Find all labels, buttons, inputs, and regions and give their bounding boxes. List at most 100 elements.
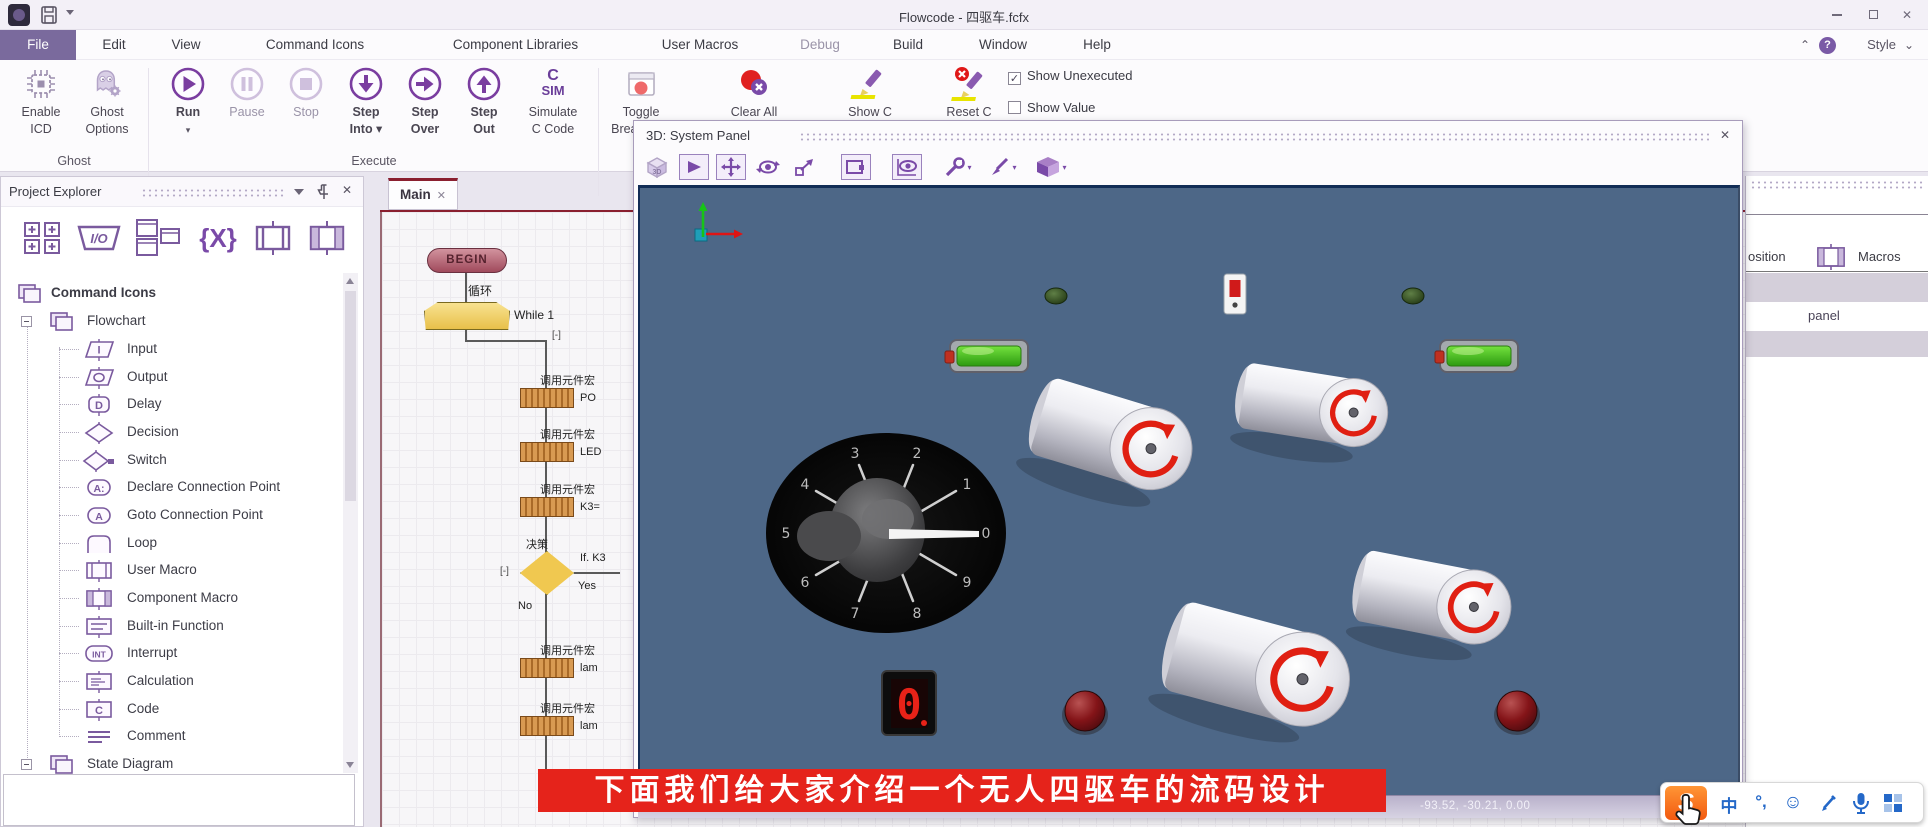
emoji-icon[interactable]: ☺ — [1781, 792, 1805, 814]
dc-motor[interactable] — [1227, 360, 1392, 473]
checkbox-checked-icon[interactable]: ✓ — [1008, 72, 1021, 85]
run-button[interactable]: Run▾ — [155, 64, 221, 139]
menu-window[interactable]: Window — [968, 30, 1038, 60]
menu-user-macros[interactable]: User Macros — [645, 30, 755, 60]
ribbon-collapse-icon[interactable]: ⌃ — [1800, 30, 1810, 60]
ghost-options-button[interactable]: GhostOptions — [74, 64, 140, 138]
enable-icd-button[interactable]: EnableICD — [8, 64, 74, 138]
flowchart-decision[interactable] — [520, 551, 574, 595]
explorer-scrollbar[interactable] — [343, 273, 358, 773]
svg-text:5: 5 — [782, 526, 791, 542]
menu-help[interactable]: Help — [1072, 30, 1122, 60]
flowchart-component-macro[interactable] — [520, 658, 574, 678]
red-knob[interactable] — [1494, 691, 1540, 735]
flowchart-component-macro[interactable] — [520, 388, 574, 408]
menu-component-libraries[interactable]: Component Libraries — [428, 30, 603, 60]
collapse-badge[interactable]: [-] — [552, 330, 561, 341]
led-bar[interactable] — [945, 340, 1028, 372]
component-macro-toolbar-icon[interactable] — [303, 219, 351, 257]
help-badge-icon[interactable]: ? — [1819, 37, 1836, 54]
show-value-checkbox[interactable]: Show Value — [1008, 100, 1095, 115]
dc-motor[interactable] — [1012, 373, 1202, 524]
red-knob[interactable] — [1062, 691, 1108, 735]
step-into-button[interactable]: StepInto ▾ — [333, 64, 399, 138]
menu-style[interactable]: Style — [1867, 30, 1896, 60]
3d-panel-titlebar[interactable]: 3D: System Panel ✕ — [634, 121, 1742, 151]
rotate-view-button[interactable] — [753, 154, 783, 180]
loop-name-label: 循环 — [468, 282, 492, 299]
seven-segment-display[interactable]: 0 — [882, 671, 936, 735]
scrollbar-thumb[interactable] — [345, 291, 356, 501]
pause-button[interactable]: Pause — [214, 64, 280, 121]
paint-brush-button[interactable]: ▾ — [984, 154, 1022, 180]
led-bar[interactable] — [1435, 340, 1518, 372]
component-connection-icon[interactable] — [249, 219, 297, 257]
chinese-mode-icon[interactable]: 中 — [1717, 792, 1741, 817]
step-out-button[interactable]: StepOut — [451, 64, 517, 138]
flowcode-window: Flowcode - 四驱车.fcfx ✕ File Edit View Com… — [0, 0, 1928, 827]
microphone-icon[interactable] — [1851, 792, 1871, 814]
scroll-down-icon[interactable] — [346, 762, 354, 768]
button-grid-icon[interactable] — [21, 219, 65, 255]
macro-windows-icon[interactable] — [133, 217, 185, 259]
macro-target-label: K3= — [580, 501, 600, 513]
visibility-eye-button[interactable] — [892, 154, 922, 180]
dc-motor[interactable] — [1145, 596, 1360, 760]
collapse-expander-icon[interactable] — [21, 316, 32, 327]
column-macros: Macros — [1858, 249, 1901, 264]
frame-snapshot-button[interactable] — [841, 154, 871, 180]
menu-command-icons[interactable]: Command Icons — [250, 30, 380, 60]
flowchart-component-macro[interactable] — [520, 716, 574, 736]
resize-panel-button[interactable] — [790, 154, 820, 180]
flowchart-component-macro[interactable] — [520, 442, 574, 462]
close-button[interactable]: ✕ — [1894, 6, 1920, 24]
maximize-button[interactable] — [1860, 6, 1886, 24]
show-unexecuted-checkbox[interactable]: ✓Show Unexecuted — [1008, 68, 1133, 85]
variables-icon[interactable]: {X} — [193, 221, 243, 255]
3d-viewport[interactable]: 0 1 2 3 4 5 6 7 8 9 — [638, 185, 1740, 795]
green-blob[interactable] — [1402, 288, 1424, 304]
dc-motor[interactable] — [1343, 547, 1518, 673]
punctuation-icon[interactable]: °, — [1749, 792, 1773, 812]
run-caret-icon[interactable]: ▾ — [186, 125, 191, 135]
panel-menu-caret-icon[interactable] — [294, 189, 304, 195]
green-blob[interactable] — [1045, 288, 1067, 304]
solid-cube-button[interactable]: ▾ — [1029, 154, 1073, 180]
collapse-expander-icon[interactable] — [21, 759, 32, 770]
io-icon[interactable]: I/O — [73, 223, 125, 253]
project-explorer-header[interactable]: Project Explorer ✕ — [1, 177, 363, 207]
menu-debug[interactable]: Debug — [790, 30, 850, 60]
step-over-button[interactable]: StepOver — [392, 64, 458, 138]
tab-main[interactable]: Main✕ — [388, 178, 458, 210]
table-row[interactable] — [1746, 331, 1928, 357]
pin-icon[interactable] — [316, 183, 332, 201]
panel-drag-texture[interactable] — [1750, 180, 1924, 191]
simulate-c-code-button[interactable]: C SIM SimulateC Code — [516, 64, 590, 138]
minimize-button[interactable] — [1824, 6, 1850, 24]
flowchart-component-macro[interactable] — [520, 497, 574, 517]
tools-wrench-button[interactable]: ▾ — [939, 154, 977, 180]
toolbox-grid-icon[interactable] — [1883, 793, 1903, 813]
handwriting-pencil-icon[interactable] — [1819, 793, 1839, 813]
menu-edit[interactable]: Edit — [92, 30, 136, 60]
menu-view[interactable]: View — [160, 30, 212, 60]
menu-file[interactable]: File — [0, 30, 76, 60]
menu-build[interactable]: Build — [882, 30, 934, 60]
style-caret-icon[interactable]: ⌄ — [1904, 30, 1914, 60]
table-row[interactable]: panel — [1746, 302, 1928, 331]
panel-close-icon[interactable]: ✕ — [342, 183, 352, 197]
tab-close-icon[interactable]: ✕ — [437, 190, 446, 202]
3d-panel-close-icon[interactable]: ✕ — [1720, 128, 1730, 142]
rotary-dial[interactable]: 0 1 2 3 4 5 6 7 8 9 — [766, 433, 1006, 633]
scroll-up-icon[interactable] — [346, 278, 354, 284]
stop-button[interactable]: Stop — [273, 64, 339, 121]
checkbox-unchecked-icon[interactable] — [1008, 101, 1021, 114]
table-row[interactable] — [1746, 273, 1928, 302]
pause-icon — [227, 64, 267, 104]
toggle-switch[interactable] — [1224, 274, 1246, 314]
move-tool-button[interactable] — [716, 154, 746, 180]
collapse-badge[interactable]: [-] — [500, 566, 509, 577]
flowchart-while-loop[interactable] — [424, 302, 510, 330]
select-arrow-button[interactable] — [679, 154, 709, 180]
flowchart-begin[interactable]: BEGIN — [427, 248, 507, 273]
